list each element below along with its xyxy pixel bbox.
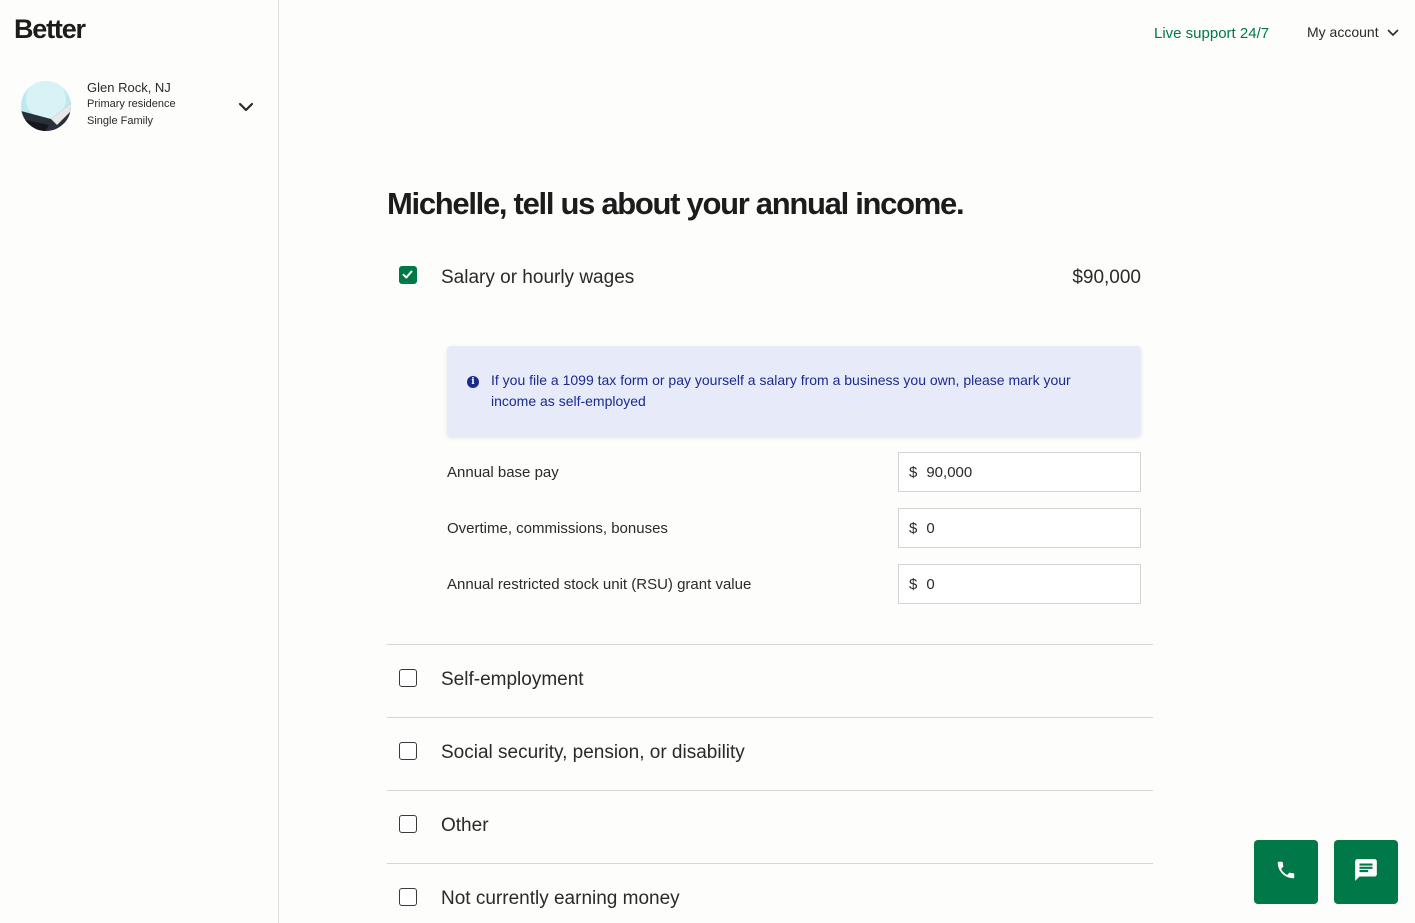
my-account-menu[interactable]: My account [1307,24,1399,40]
my-account-label: My account [1307,24,1379,40]
info-icon: i [467,376,479,388]
self-employment-label[interactable]: Self-employment [441,669,584,691]
divider [387,644,1153,645]
social-security-label[interactable]: Social security, pension, or disability [441,742,745,764]
property-avatar [21,81,71,131]
chevron-down-icon [1379,24,1399,40]
chat-icon [1353,857,1379,888]
not-earning-label[interactable]: Not currently earning money [441,888,680,910]
self-employment-checkbox[interactable] [399,669,417,687]
salary-label[interactable]: Salary or hourly wages [441,267,634,289]
info-message: If you file a 1099 tax form or pay yours… [491,372,1071,409]
live-support-link[interactable]: Live support 24/7 [1154,25,1269,42]
property-type: Single Family [87,115,154,127]
salary-checkbox[interactable] [399,266,417,284]
better-logo[interactable]: Better [14,14,86,45]
divider [387,863,1153,864]
divider [387,790,1153,791]
call-button[interactable] [1254,840,1318,904]
rsu-input[interactable] [926,575,1117,593]
property-location: Glen Rock, NJ [87,80,171,95]
sidebar: Better Glen Rock, NJ Primary residence S… [0,0,279,923]
property-selector[interactable]: Glen Rock, NJ Primary residence Single F… [21,80,261,136]
currency-symbol: $ [909,519,918,537]
other-income-label[interactable]: Other [441,815,489,837]
overtime-label: Overtime, commissions, bonuses [447,520,668,537]
divider [387,717,1153,718]
salary-total: $90,000 [1072,267,1141,288]
currency-symbol: $ [909,463,918,481]
annual-base-pay-field[interactable]: $ [898,452,1141,492]
social-security-checkbox[interactable] [399,742,417,760]
overtime-field[interactable]: $ [898,508,1141,548]
rsu-label: Annual restricted stock unit (RSU) grant… [447,576,752,593]
self-employed-info-banner: i If you file a 1099 tax form or pay you… [447,346,1141,436]
chevron-down-icon[interactable] [237,100,255,118]
annual-base-pay-label: Annual base pay [447,464,559,481]
phone-icon [1275,859,1297,886]
overtime-input[interactable] [926,519,1117,537]
rsu-field[interactable]: $ [898,564,1141,604]
property-occupancy: Primary residence [87,98,176,110]
currency-symbol: $ [909,575,918,593]
other-income-checkbox[interactable] [399,815,417,833]
page-title: Michelle, tell us about your annual inco… [387,186,965,221]
chat-button[interactable] [1334,840,1398,904]
property-details: Glen Rock, NJ Primary residence Single F… [87,80,176,130]
not-earning-checkbox[interactable] [399,888,417,906]
annual-base-pay-input[interactable] [926,463,1117,481]
